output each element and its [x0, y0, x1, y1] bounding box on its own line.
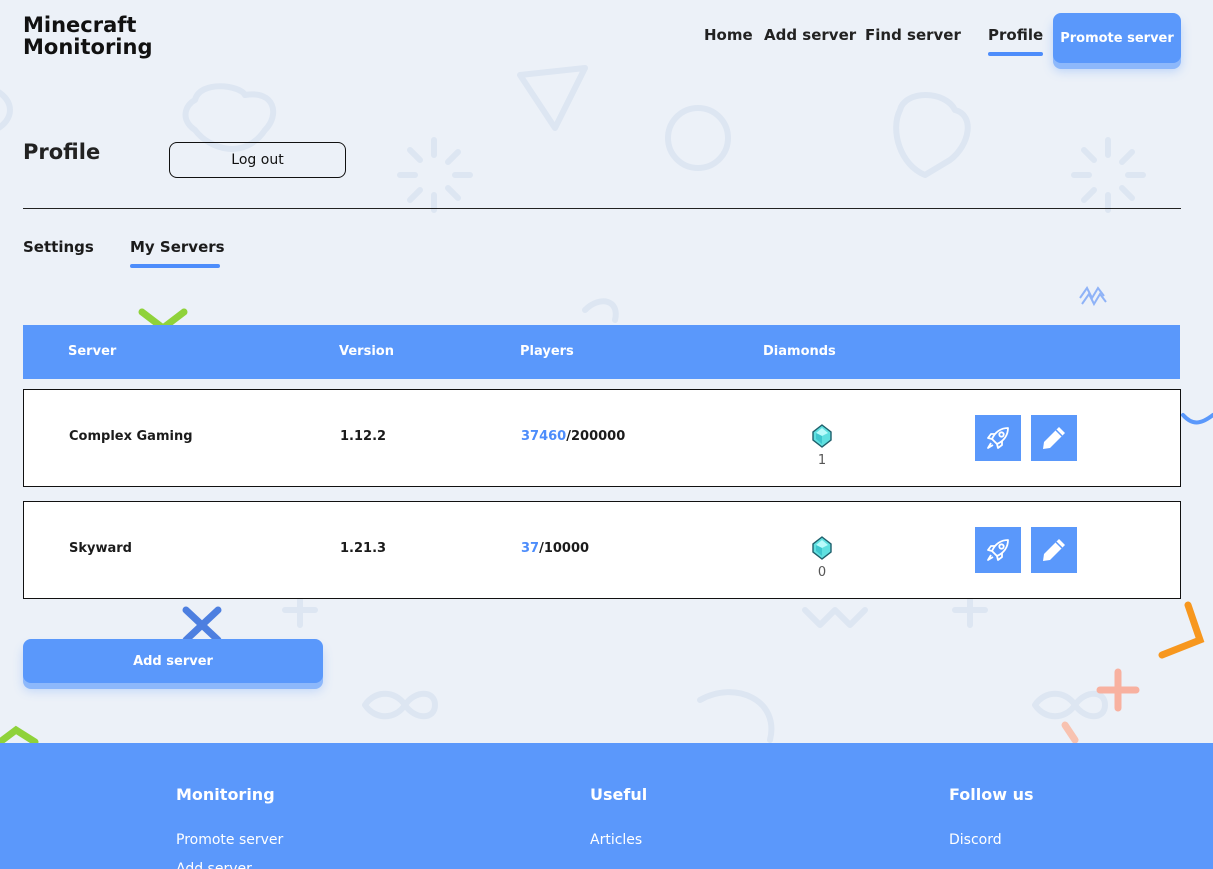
footer-heading-monitoring: Monitoring [176, 785, 275, 804]
pencil-icon [1043, 539, 1065, 561]
tab-my-servers[interactable]: My Servers [130, 238, 225, 256]
edit-server-button[interactable] [1031, 527, 1077, 573]
nav-find-server[interactable]: Find server [865, 26, 961, 44]
site-logo[interactable]: Minecraft Monitoring [23, 14, 152, 58]
boost-server-button[interactable] [975, 527, 1021, 573]
logo-line-1: Minecraft [23, 13, 137, 37]
column-header-server: Server [68, 344, 117, 359]
footer-link-discord[interactable]: Discord [949, 832, 1002, 848]
players-online: 37 [521, 541, 540, 556]
tab-settings[interactable]: Settings [23, 238, 94, 256]
column-header-diamonds: Diamonds [763, 344, 836, 359]
servers-table-header: Server Version Players Diamonds [23, 325, 1180, 379]
server-version: 1.21.3 [340, 541, 387, 556]
rocket-icon [987, 539, 1009, 561]
column-header-version: Version [339, 344, 394, 359]
footer: Monitoring Promote server Add server Use… [0, 743, 1213, 869]
nav-active-indicator [988, 52, 1043, 56]
logout-button[interactable]: Log out [169, 142, 346, 178]
footer-heading-follow-us: Follow us [949, 785, 1034, 804]
nav-add-server[interactable]: Add server [764, 26, 856, 44]
nav-profile[interactable]: Profile [988, 26, 1043, 44]
players-max: /10000 [539, 541, 590, 556]
rocket-icon [987, 427, 1009, 449]
diamond-count: 0 [817, 565, 827, 580]
footer-link-promote-server[interactable]: Promote server [176, 832, 283, 848]
table-row: Complex Gaming 1.12.2 37460/200000 1 [23, 389, 1181, 487]
tab-active-indicator [130, 264, 220, 268]
table-row: Skyward 1.21.3 37/10000 0 [23, 501, 1181, 599]
server-name[interactable]: Skyward [69, 541, 132, 556]
players-online: 37460 [521, 429, 567, 444]
pencil-icon [1043, 427, 1065, 449]
server-players: 37/10000 [521, 541, 589, 556]
footer-link-add-server[interactable]: Add server [176, 861, 252, 869]
page-title: Profile [23, 140, 101, 164]
boost-server-button[interactable] [975, 415, 1021, 461]
diamond-count: 1 [817, 453, 827, 468]
promote-server-button[interactable]: Promote server [1053, 13, 1181, 63]
server-players: 37460/200000 [521, 429, 625, 444]
add-server-button[interactable]: Add server [23, 639, 323, 683]
footer-link-articles[interactable]: Articles [590, 832, 642, 848]
nav-home[interactable]: Home [704, 26, 753, 44]
server-name[interactable]: Complex Gaming [69, 429, 193, 444]
logo-line-2: Monitoring [23, 35, 153, 59]
divider [23, 208, 1181, 209]
server-version: 1.12.2 [340, 429, 387, 444]
players-max: /200000 [566, 429, 626, 444]
column-header-players: Players [520, 344, 574, 359]
diamond-icon [812, 536, 832, 560]
edit-server-button[interactable] [1031, 415, 1077, 461]
diamond-icon [812, 424, 832, 448]
footer-heading-useful: Useful [590, 785, 648, 804]
